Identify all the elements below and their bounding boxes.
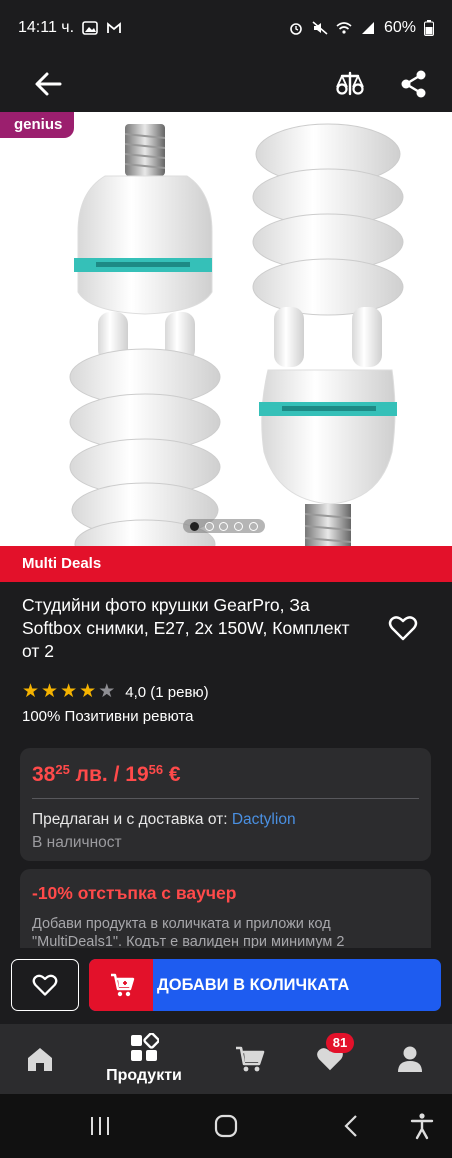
- add-to-favorites-button[interactable]: [11, 959, 79, 1011]
- system-back-icon[interactable]: [336, 1110, 368, 1142]
- star-icon: ★: [22, 681, 40, 702]
- compare-scale-icon[interactable]: [330, 64, 370, 104]
- carousel-dot[interactable]: [219, 521, 229, 531]
- rating-text: 4,0 (1 ревю): [125, 683, 209, 701]
- back-arrow-icon[interactable]: [28, 64, 68, 104]
- add-to-cart-label: ДОБАВИ В КОЛИЧКАТА: [157, 976, 350, 994]
- offered-label: Предлаган и с доставка от:: [32, 811, 232, 828]
- product-title: Студийни фото крушки GearPro, За Softbox…: [22, 595, 350, 661]
- favorites-count-badge: 81: [326, 1033, 354, 1053]
- seller-link[interactable]: Dactylion: [232, 811, 296, 828]
- nav-favorites[interactable]: 81: [306, 1024, 354, 1094]
- price-eur-cents: 56: [148, 762, 164, 777]
- price: 3825 лв. / 1956 €: [32, 762, 181, 787]
- voucher-text: Добави продукта в количката и приложи ко…: [32, 916, 345, 950]
- star-icon: ★: [60, 681, 78, 702]
- carousel-dot[interactable]: [189, 521, 199, 531]
- alarm-icon: [290, 23, 302, 35]
- add-to-cart-button[interactable]: ДОБАВИ В КОЛИЧКАТА: [89, 959, 441, 1011]
- cart-icon: [236, 1046, 265, 1072]
- nav-cart[interactable]: [226, 1024, 274, 1094]
- wifi-icon: [336, 22, 352, 34]
- carousel-dot[interactable]: [204, 521, 214, 531]
- battery-icon: [424, 20, 434, 36]
- bottom-navigation: Продукти 81: [0, 1024, 452, 1094]
- price-card: 3825 лв. / 1956 € Предлаган и с доставка…: [20, 748, 431, 861]
- home-icon: [28, 1048, 52, 1071]
- share-icon[interactable]: [394, 64, 434, 104]
- genius-badge: genius: [0, 112, 75, 138]
- divider: [32, 798, 419, 799]
- carousel-dot[interactable]: [234, 521, 244, 531]
- add-to-cart-icon: [111, 973, 135, 997]
- price-bgn-cents: 25: [55, 762, 70, 777]
- signal-icon: [361, 22, 374, 34]
- carousel-indicator[interactable]: [183, 519, 265, 533]
- accessibility-icon[interactable]: [406, 1110, 438, 1142]
- price-bgn: 38: [32, 763, 56, 786]
- recent-apps-icon[interactable]: [84, 1110, 116, 1142]
- positive-reviews: 100% Позитивни ревюта: [22, 708, 194, 725]
- mute-icon: [312, 21, 328, 35]
- offered-by: Предлаган и с доставка от: Dactylion: [32, 811, 296, 829]
- favorite-heart-icon[interactable]: [388, 613, 418, 643]
- heart-icon: [32, 974, 58, 996]
- carousel-dot[interactable]: [249, 521, 259, 531]
- home-button-icon[interactable]: [210, 1110, 242, 1142]
- star-empty-icon: ★: [98, 681, 116, 702]
- system-navigation-bar: [0, 1094, 452, 1158]
- product-image[interactable]: genius: [0, 112, 452, 546]
- sticky-action-bar: ДОБАВИ В КОЛИЧКАТА: [0, 948, 452, 1024]
- price-eur-currency: €: [163, 763, 181, 786]
- status-bar: 14:11 ч. 60%: [0, 0, 452, 56]
- account-icon: [398, 1046, 422, 1072]
- gallery-icon: [82, 21, 98, 35]
- status-time: 14:11 ч.: [18, 19, 75, 36]
- nav-account[interactable]: [386, 1024, 434, 1094]
- stock-status: В наличност: [32, 834, 122, 851]
- seller-banner[interactable]: Multi Deals: [0, 546, 452, 582]
- battery-level: 60%: [383, 19, 416, 36]
- products-grid-icon: [131, 1033, 159, 1061]
- mail-icon: [107, 22, 121, 33]
- price-eur: 19: [125, 763, 149, 786]
- star-icon: ★: [41, 681, 59, 702]
- nav-home[interactable]: [16, 1024, 64, 1094]
- product-photo: [69, 123, 404, 546]
- star-icon: ★: [79, 681, 97, 702]
- rating-row[interactable]: ★ ★ ★ ★ ★ 4,0 (1 ревю): [22, 682, 209, 702]
- nav-products-label: Продукти: [106, 1067, 182, 1084]
- app-bar: [0, 56, 452, 112]
- price-separator: лв. /: [69, 763, 126, 786]
- nav-products[interactable]: Продукти: [96, 1024, 192, 1094]
- voucher-title: -10% отстъпка с ваучер: [32, 883, 237, 903]
